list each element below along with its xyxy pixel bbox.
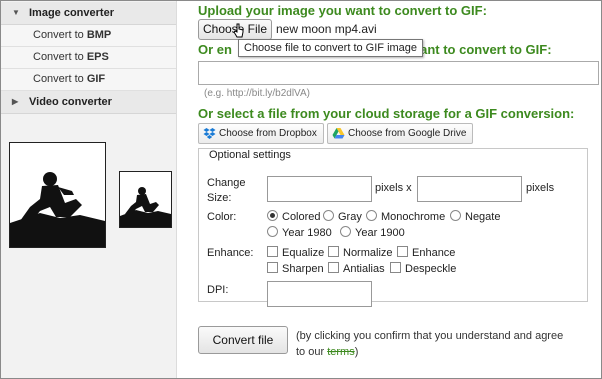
sidebar-section-image-converter[interactable]: ▼ Image converter (1, 2, 176, 25)
dpi-label: DPI: (207, 284, 229, 296)
optional-settings-group (198, 148, 588, 302)
google-drive-icon (332, 128, 345, 139)
preview-image-small (119, 171, 172, 228)
checkbox (328, 246, 339, 257)
color-option-year-1980[interactable]: Year 1980 (267, 226, 332, 239)
url-title-end: want to convert to GIF: (410, 42, 552, 57)
change-size-label: Change Size: (207, 177, 246, 204)
caret-right-icon: ▶ (12, 97, 19, 106)
radio-unselected (323, 210, 334, 221)
url-input[interactable] (198, 61, 599, 85)
color-option-colored[interactable]: Colored (267, 210, 321, 223)
dropbox-button[interactable]: Choose from Dropbox (198, 123, 324, 144)
radio-unselected (267, 226, 278, 237)
sidebar-item-bmp[interactable]: Convert to BMP (1, 25, 176, 47)
enhance-option-despeckle[interactable]: Despeckle (390, 262, 456, 275)
terms-note: (by clicking you confirm that you unders… (296, 330, 564, 358)
caret-down-icon: ▼ (12, 8, 20, 17)
sidebar: ▼ Image converter Convert to BMP Convert… (1, 1, 177, 378)
color-option-year-1900[interactable]: Year 1900 (340, 226, 405, 239)
google-drive-button[interactable]: Choose from Google Drive (327, 123, 474, 144)
pixels-x-label: pixels x (375, 182, 412, 194)
enhance-option-normalize[interactable]: Normalize (328, 246, 393, 259)
radio-unselected (450, 210, 461, 221)
sidebar-section-video-converter[interactable]: ▶ Video converter (1, 91, 176, 114)
section-label: Image converter (29, 7, 114, 19)
radio-unselected (340, 226, 351, 237)
section-label: Video converter (29, 96, 112, 108)
height-input[interactable] (417, 176, 522, 202)
google-drive-label: Choose from Google Drive (348, 128, 467, 139)
radio-unselected (366, 210, 377, 221)
color-option-negate[interactable]: Negate (450, 210, 500, 223)
radio-selected (267, 210, 278, 221)
optional-settings-legend: Optional settings (206, 149, 294, 161)
checkbox (267, 262, 278, 273)
enhance-option-equalize[interactable]: Equalize (267, 246, 324, 259)
checkbox (397, 246, 408, 257)
sidebar-item-gif[interactable]: Convert to GIF (1, 69, 176, 91)
dpi-input[interactable] (267, 281, 372, 307)
color-label: Color: (207, 211, 237, 223)
checkbox (390, 262, 401, 273)
url-hint: (e.g. http://bit.ly/b2dlVA) (204, 88, 310, 99)
dropbox-label: Choose from Dropbox (219, 128, 317, 139)
terms-link[interactable]: terms (327, 346, 355, 358)
chosen-file-name: new moon mp4.avi (276, 22, 377, 36)
upload-title: Upload your image you want to convert to… (198, 3, 487, 18)
pixels-label: pixels (526, 182, 555, 194)
enhance-label: Enhance: (207, 247, 254, 259)
cloud-title: Or select a file from your cloud storage… (198, 106, 575, 121)
url-title-start: Or en (198, 42, 232, 57)
pointer-cursor-icon (233, 23, 244, 38)
checkbox (267, 246, 278, 257)
preview-image-large (9, 142, 106, 248)
enhance-option-enhance[interactable]: Enhance (397, 246, 455, 259)
dropbox-icon (203, 128, 216, 139)
color-option-monochrome[interactable]: Monochrome (366, 210, 445, 223)
color-option-gray[interactable]: Gray (323, 210, 362, 223)
width-input[interactable] (267, 176, 372, 202)
choose-file-tooltip: Choose file to convert to GIF image (238, 39, 424, 57)
convert-file-button[interactable]: Convert file (198, 326, 288, 354)
enhance-option-sharpen[interactable]: Sharpen (267, 262, 324, 275)
enhance-option-antialias[interactable]: Antialias (328, 262, 385, 275)
sidebar-item-eps[interactable]: Convert to EPS (1, 47, 176, 69)
checkbox (328, 262, 339, 273)
